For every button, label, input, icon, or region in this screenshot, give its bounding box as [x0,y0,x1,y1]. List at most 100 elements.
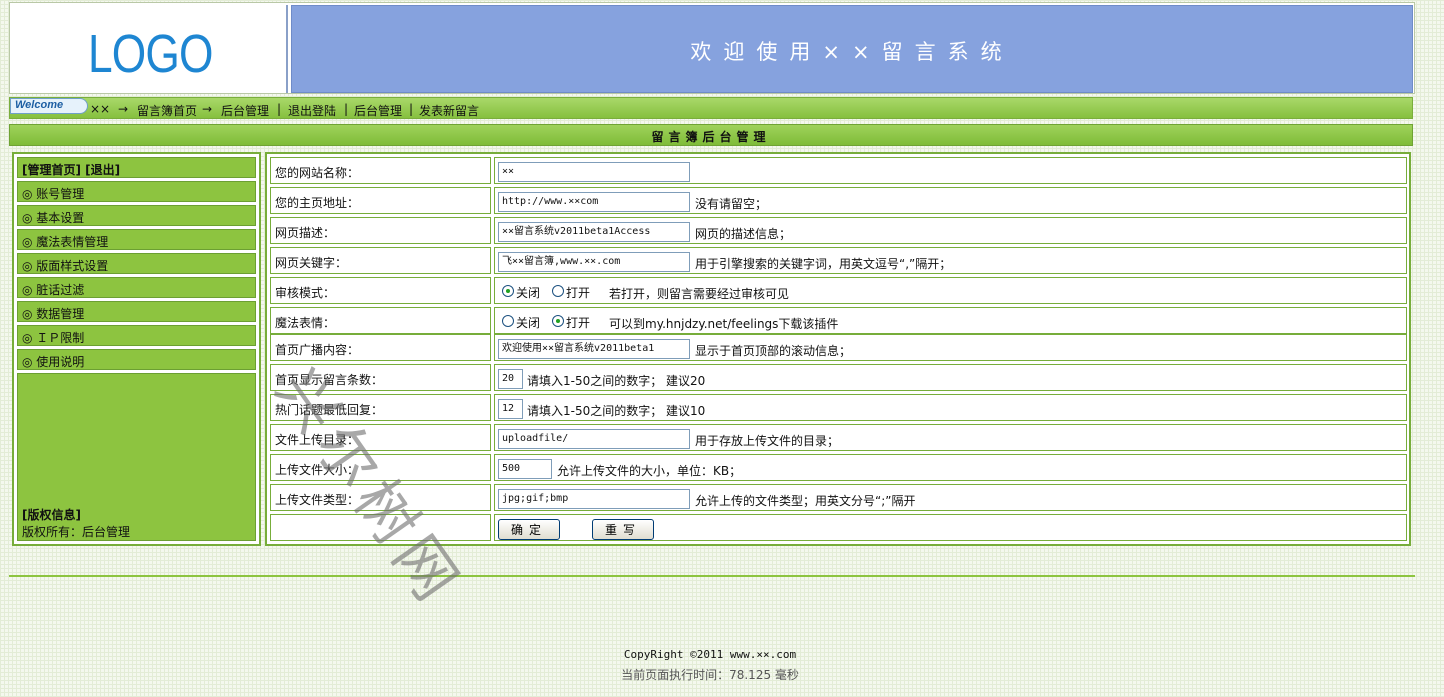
messages-per-page-input[interactable]: 20 [498,369,523,389]
logo[interactable]: LOGO [88,23,213,85]
footer-exec-time: 当前页面执行时间：78.125 毫秒 [621,668,799,682]
nav-link-home[interactable]: 留言簿首页 [137,102,197,119]
sidebar-head-label: [管理首页] [退出] [22,163,121,177]
review-on-radio[interactable] [552,285,564,297]
form-field-cell: 20 请填入1-50之间的数字； 建议20 [494,364,1407,391]
nav-separator: | [409,102,414,116]
sidebar-item-label: ◎ 使用说明 [22,355,85,369]
keywords-input[interactable]: 飞××留言簿,www.××.com [498,252,690,272]
field-label: 您的主页地址： [275,196,360,210]
form-field-cell: 飞××留言簿,www.××.com 用于引擎搜索的关键字词，用英文逗号“,”隔开… [494,247,1407,274]
footer-divider [9,575,1415,577]
field-hint: 请填入1-50之间的数字； 建议10 [527,404,706,418]
upload-types-input[interactable]: jpg;gif;bmp [498,489,690,509]
sidebar-item-label: ◎ 基本设置 [22,211,85,225]
page-description-input[interactable]: ××留言系统v2011beta1Access [498,222,690,242]
field-hint: 网页的描述信息； [695,227,792,241]
radio-label: 打开 [566,316,591,330]
sidebar-item-account[interactable]: ◎ 账号管理 [17,181,256,202]
sidebar-item-layout-style[interactable]: ◎ 版面样式设置 [17,253,256,274]
form-field-cell: 关闭 打开 可以到my.hnjdzy.net/feelings下载该插件 [494,307,1407,334]
nav-link-post-new[interactable]: 发表新留言 [419,102,479,119]
form-label-cell: 网页描述： [270,217,491,244]
field-hint: 若打开，则留言需要经过审核可见 [609,287,790,301]
form-label-cell: 网页关键字： [270,247,491,274]
field-hint: 显示于首页顶部的滚动信息； [695,344,852,358]
field-label: 网页描述： [275,226,336,240]
form-label-cell: 热门话题最低回复： [270,394,491,421]
nav-separator: | [277,102,282,116]
broadcast-input[interactable]: 欢迎使用××留言系统v2011beta1 [498,339,690,359]
form-field-cell: uploadfile/ 用于存放上传文件的目录； [494,424,1407,451]
form-label-cell: 魔法表情： [270,307,491,334]
reset-button[interactable]: 重写 [592,519,654,540]
form-label-cell: 首页显示留言条数： [270,364,491,391]
field-label: 魔法表情： [275,316,336,330]
emoticons-off-radio[interactable] [502,315,514,327]
sidebar-item-label: ◎ 版面样式设置 [22,259,109,273]
form-label-cell [270,514,491,541]
footer-copyright: CopyRight ©2011 www.××.com [623,648,797,661]
field-hint: 请填入1-50之间的数字； 建议20 [527,374,706,388]
form-label-cell: 上传文件大小： [270,454,491,481]
review-off-radio[interactable] [502,285,514,297]
nav-link-admin-2[interactable]: 后台管理 [354,102,402,119]
form-field-cell: ×× [494,157,1407,184]
upload-size-input[interactable]: 500 [498,459,552,479]
field-label: 上传文件大小： [275,463,360,477]
field-hint: 用于引擎搜索的关键字词，用英文逗号“,”隔开； [695,257,952,271]
form-field-cell: 欢迎使用××留言系统v2011beta1 显示于首页顶部的滚动信息； [494,334,1407,361]
emoticons-on-radio[interactable] [552,315,564,327]
sidebar-head[interactable]: [管理首页] [退出] [17,157,256,178]
welcome-tab: Welcome [10,98,88,114]
header: LOGO 欢迎使用××留言系统 [9,2,1415,94]
nav-bar: Welcome ×× → 留言簿首页 → 后台管理 | 退出登陆 | 后台管理 … [9,97,1413,119]
field-label: 上传文件类型： [275,493,360,507]
form-field-cell: jpg;gif;bmp 允许上传的文件类型；用英文分号“;”隔开 [494,484,1407,511]
nav-arrow-icon: → [202,102,213,116]
sidebar-item-label: ◎ ＩＰ限制 [22,331,85,345]
sidebar-item-basic-settings[interactable]: ◎ 基本设置 [17,205,256,226]
homepage-url-input[interactable]: http://www.××com [498,192,690,212]
sidebar-item-ip-limit[interactable]: ◎ ＩＰ限制 [17,325,256,346]
form-label-cell: 文件上传目录： [270,424,491,451]
form-button-cell: 确定 重写 [494,514,1407,541]
nav-link-admin[interactable]: 后台管理 [221,102,269,119]
field-hint: 没有请留空； [695,197,768,211]
sidebar-item-label: ◎ 脏话过滤 [22,283,85,297]
sidebar-item-label: ◎ 魔法表情管理 [22,235,109,249]
radio-label: 关闭 [516,316,541,330]
field-label: 文件上传目录： [275,433,360,447]
field-hint: 可以到my.hnjdzy.net/feelings下载该插件 [609,317,839,331]
form-label-cell: 您的主页地址： [270,187,491,214]
banner-title: 欢迎使用××留言系统 [690,40,1014,64]
sidebar-item-profanity-filter[interactable]: ◎ 脏话过滤 [17,277,256,298]
hot-topic-min-replies-input[interactable]: 12 [498,399,523,419]
radio-label: 打开 [566,286,591,300]
form-label-cell: 审核模式： [270,277,491,304]
sidebar-info-panel: [版权信息] 版权所有：后台管理 [17,373,256,541]
site-name-input[interactable]: ×× [498,162,690,182]
settings-form: 您的网站名称： ×× 您的主页地址： http://www.××com 没有请留… [265,152,1411,546]
sidebar-item-emoticons[interactable]: ◎ 魔法表情管理 [17,229,256,250]
nav-arrow-icon: → [118,102,129,116]
submit-button[interactable]: 确定 [498,519,560,540]
copyright-text: 版权所有：后台管理 [22,525,131,539]
nav-link-logout[interactable]: 退出登陆 [288,102,336,119]
sidebar-item-label: ◎ 数据管理 [22,307,85,321]
field-hint: 用于存放上传文件的目录； [695,434,840,448]
form-field-cell: ××留言系统v2011beta1Access 网页的描述信息； [494,217,1407,244]
sidebar-item-help[interactable]: ◎ 使用说明 [17,349,256,370]
copyright-title: [版权信息] [22,508,81,522]
welcome-label: Welcome [15,99,64,111]
sidebar-item-label: ◎ 账号管理 [22,187,85,201]
page-title: 留言簿后台管理 [651,130,771,144]
field-label: 网页关键字： [275,256,348,270]
nav-separator: | [344,102,349,116]
form-field-cell: 500 允许上传文件的大小，单位：KB； [494,454,1407,481]
field-label: 首页显示留言条数： [275,373,384,387]
sidebar-item-data[interactable]: ◎ 数据管理 [17,301,256,322]
field-label: 首页广播内容： [275,343,360,357]
upload-dir-input[interactable]: uploadfile/ [498,429,690,449]
field-label: 您的网站名称： [275,166,360,180]
